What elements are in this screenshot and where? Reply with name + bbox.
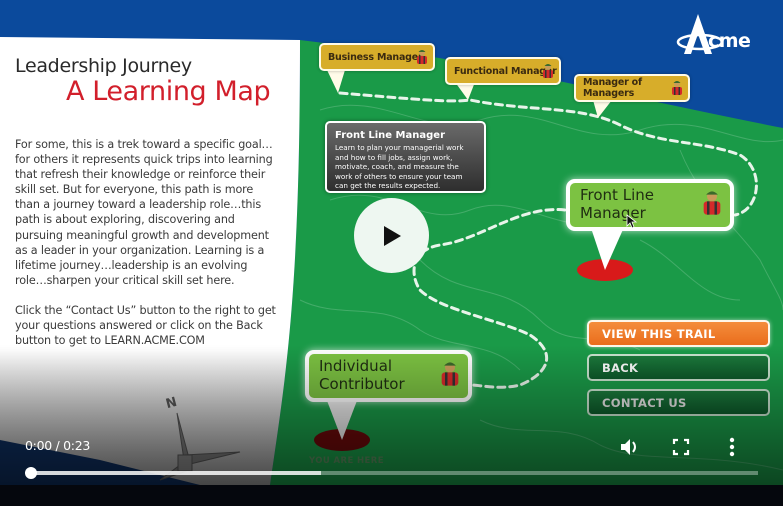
play-icon [383,225,401,246]
title-leadership-journey: Leadership Journey [15,55,192,77]
play-button[interactable] [354,198,429,273]
milestone-manager-of-managers[interactable]: Manager of Managers [574,74,690,102]
milestone-label: Individual Contributor [319,357,405,393]
acme-logo: cme [676,10,776,60]
scrubber-handle[interactable] [25,467,37,479]
view-this-trail-button[interactable]: VIEW THIS TRAIL [587,320,770,347]
fullscreen-button[interactable] [668,434,694,460]
time-display: 0:00 / 0:23 [25,438,90,453]
milestone-functional-manager[interactable]: Functional Manager [445,57,561,85]
hiker-icon [702,189,722,221]
hiker-icon [416,49,428,68]
milestone-individual-contributor[interactable]: Individual Contributor [305,350,472,402]
milestone-label: Business Manager [328,51,423,63]
hiker-icon [671,80,683,99]
milestone-front-line-manager[interactable]: Front Line Manager [566,179,734,231]
mouse-cursor-icon [626,214,638,229]
video-player[interactable]: Leadership Journey A Learning Map For so… [0,0,783,506]
volume-icon [621,439,636,455]
hiker-icon [440,360,460,392]
intro-text: For some, this is a trek toward a specif… [15,137,280,348]
info-title: Front Line Manager [335,130,445,141]
back-button[interactable]: BACK [587,354,770,381]
player-bottom-bar [0,485,783,506]
buffered-bar [30,471,322,475]
more-vert-icon [729,437,735,457]
volume-button[interactable] [617,434,643,460]
more-options-button[interactable] [719,434,745,460]
title-learning-map: A Learning Map [66,76,271,107]
hiker-icon [542,63,554,82]
contact-instructions: Click the “Contact Us” button to the rig… [15,303,276,348]
fullscreen-icon [672,438,690,456]
acme-logo-text: cme [708,30,751,52]
you-are-here-label: YOU ARE HERE [309,456,384,466]
contact-us-button[interactable]: CONTACT US [587,389,770,416]
video-frame: Leadership Journey A Learning Map For so… [0,0,783,485]
milestone-info-box: Front Line Manager Learn to plan your ma… [325,121,486,193]
milestone-business-manager[interactable]: Business Manager [319,43,435,71]
info-description: Learn to plan your managerial work and h… [335,143,464,191]
intro-paragraph: For some, this is a trek toward a specif… [15,138,273,287]
progress-bar[interactable] [25,467,758,479]
